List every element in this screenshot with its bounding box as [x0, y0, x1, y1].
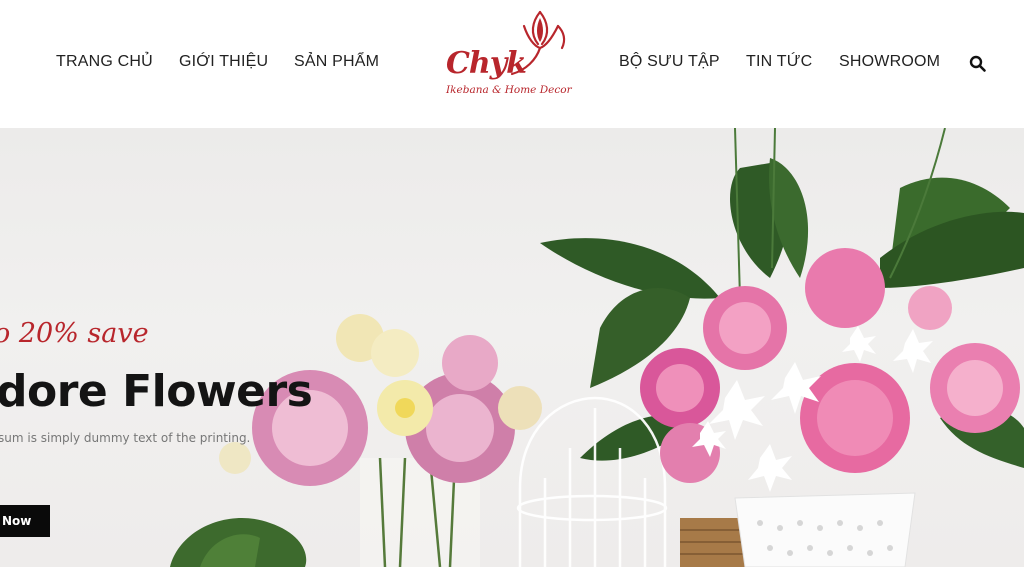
hero-slider: o 20% save dore Flowers sum is simply du…	[0, 128, 1024, 567]
site-header: TRANG CHỦ GIỚI THIỆU SẢN PHẨM Chyk Ikeba…	[0, 0, 1024, 128]
search-button[interactable]	[968, 54, 988, 74]
hero-subtext: sum is simply dummy text of the printing…	[0, 431, 251, 445]
nav-link-trang-chu[interactable]: TRANG CHỦ	[56, 53, 153, 71]
hero-promo-text: o 20% save	[0, 318, 149, 349]
shop-now-button[interactable]: Now	[0, 505, 50, 537]
logo-tagline: Ikebana & Home Decor	[446, 84, 572, 96]
nav-link-tin-tuc[interactable]: TIN TỨC	[746, 53, 812, 71]
nav-link-bo-suu-tap[interactable]: BỘ SƯU TẬP	[619, 53, 720, 71]
nav-link-san-pham[interactable]: SẢN PHẨM	[294, 53, 379, 71]
site-logo[interactable]: Chyk Ikebana & Home Decor	[440, 8, 574, 104]
search-icon	[969, 55, 986, 72]
nav-link-showroom[interactable]: SHOWROOM	[839, 53, 940, 71]
hero-headline: dore Flowers	[0, 366, 313, 417]
flower-arrangement-image	[170, 128, 1024, 567]
nav-link-gioi-thieu[interactable]: GIỚI THIỆU	[179, 53, 268, 71]
logo-wordmark: Chyk	[446, 46, 527, 81]
